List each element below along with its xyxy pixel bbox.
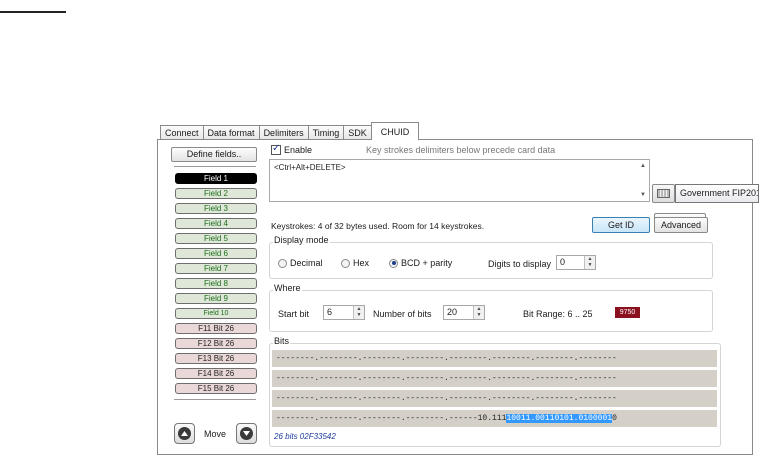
bits-row: --------.--------.--------.--------.----… xyxy=(272,350,717,367)
delimiter-textarea[interactable]: <Ctrl+Alt+DELETE> ▲ ▼ xyxy=(269,159,650,202)
field-12-bit-26[interactable]: F12 Bit 26 xyxy=(175,338,257,349)
tab-timing[interactable]: Timing xyxy=(307,125,345,140)
tab-strip: Connect Data format Delimiters Timing SD… xyxy=(160,122,420,140)
number-of-bits-label: Number of bits xyxy=(373,309,432,319)
keyboard-button[interactable] xyxy=(652,184,675,203)
up-triangle-icon xyxy=(181,431,188,436)
radio-bcd-label: BCD + parity xyxy=(401,258,453,268)
field-14-bit-26[interactable]: F14 Bit 26 xyxy=(175,368,257,379)
number-of-bits-value: 20 xyxy=(447,307,458,317)
divider xyxy=(174,166,256,167)
field-8[interactable]: Field 8 xyxy=(175,278,257,289)
tab-data-format[interactable]: Data format xyxy=(202,125,260,140)
field-1[interactable]: Field 1 xyxy=(175,173,257,184)
divider xyxy=(174,399,256,400)
delimiter-hint: Key strokes delimiters below precede car… xyxy=(366,145,556,155)
field-2[interactable]: Field 2 xyxy=(175,188,257,199)
radio-selected-icon xyxy=(389,258,398,268)
field-5[interactable]: Field 5 xyxy=(175,233,257,244)
field-15-bit-26[interactable]: F15 Bit 26 xyxy=(175,383,257,394)
keystrokes-status: Keystrokes: 4 of 32 bytes used. Room for… xyxy=(271,221,485,231)
scroll-down-icon[interactable]: ▼ xyxy=(640,192,646,198)
advanced-button[interactable]: Advanced xyxy=(654,217,708,233)
field-11-bit-26[interactable]: F11 Bit 26 xyxy=(175,323,257,334)
digits-value: 0 xyxy=(560,257,566,267)
digits-label: Digits to display xyxy=(488,259,552,269)
where-title: Where xyxy=(273,283,302,293)
chuid-settings-window: Connect Data format Delimiters Timing SD… xyxy=(155,120,759,455)
delimiter-text: <Ctrl+Alt+DELETE> xyxy=(274,163,346,172)
get-id-button[interactable]: Get ID xyxy=(592,217,650,233)
radio-hex[interactable]: Hex xyxy=(341,258,369,268)
radio-bcd-parity[interactable]: BCD + parity xyxy=(389,258,452,268)
tab-connect[interactable]: Connect xyxy=(160,125,204,140)
enable-checkbox[interactable]: Enable xyxy=(271,143,313,155)
bits-selection: 10011.00110101.0100001 xyxy=(506,414,613,423)
radio-icon xyxy=(278,258,287,268)
move-controls: Move xyxy=(174,423,264,447)
bit-range-value: 9750 xyxy=(615,307,640,318)
bits-title: Bits xyxy=(273,336,291,346)
field-4[interactable]: Field 4 xyxy=(175,218,257,229)
bits-row: --------.--------.--------.--------.----… xyxy=(272,370,717,387)
down-triangle-icon xyxy=(243,431,250,436)
radio-icon xyxy=(341,258,350,268)
field-9[interactable]: Field 9 xyxy=(175,293,257,304)
chuid-panel: Define fields.. Field 1 Field 2 Field 3 … xyxy=(157,139,759,455)
bit-range-label: Bit Range: 6 .. 25 xyxy=(523,309,593,319)
radio-decimal-label: Decimal xyxy=(290,258,323,268)
digits-spinner[interactable]: 0 ▲ ▼ xyxy=(556,255,596,270)
bits-row-last[interactable]: --------.--------.--------.--------.----… xyxy=(272,410,717,427)
radio-decimal[interactable]: Decimal xyxy=(278,258,323,268)
move-up-button[interactable] xyxy=(174,423,195,444)
field-3[interactable]: Field 3 xyxy=(175,203,257,214)
start-bit-value: 6 xyxy=(327,307,333,317)
bits-prefix: --------.--------.--------.--------.----… xyxy=(276,414,507,423)
number-of-bits-spinner[interactable]: 20 ▲ ▼ xyxy=(443,305,485,320)
define-fields-button[interactable]: Define fields.. xyxy=(171,147,257,162)
scroll-up-icon[interactable]: ▲ xyxy=(640,163,646,169)
bits-row: --------.--------.--------.--------.----… xyxy=(272,390,717,407)
keyboard-icon xyxy=(657,189,670,198)
move-label: Move xyxy=(204,429,227,439)
top-rule xyxy=(0,11,66,13)
display-mode-title: Display mode xyxy=(273,235,330,245)
tooltip: Government FIP201 xyxy=(675,184,759,203)
spinner-arrows-icon[interactable]: ▲ ▼ xyxy=(473,306,484,319)
spinner-arrows-icon[interactable]: ▲ ▼ xyxy=(353,306,364,319)
checkbox-checked-icon xyxy=(271,143,281,155)
enable-label: Enable xyxy=(284,145,313,155)
tab-chuid[interactable]: CHUID xyxy=(370,122,420,140)
bits-suffix: 0 xyxy=(612,414,617,423)
tab-sdk[interactable]: SDK xyxy=(343,125,372,140)
tab-delimiters[interactable]: Delimiters xyxy=(258,125,309,140)
bits-summary: 26 bits 02F33542 xyxy=(274,432,336,441)
field-7[interactable]: Field 7 xyxy=(175,263,257,274)
field-13-bit-26[interactable]: F13 Bit 26 xyxy=(175,353,257,364)
field-6[interactable]: Field 6 xyxy=(175,248,257,259)
radio-hex-label: Hex xyxy=(353,258,370,268)
start-bit-label: Start bit xyxy=(278,309,310,319)
move-down-button[interactable] xyxy=(236,423,257,444)
start-bit-spinner[interactable]: 6 ▲ ▼ xyxy=(323,305,365,320)
spinner-arrows-icon[interactable]: ▲ ▼ xyxy=(584,256,595,269)
field-10[interactable]: Field 10 xyxy=(175,308,257,319)
